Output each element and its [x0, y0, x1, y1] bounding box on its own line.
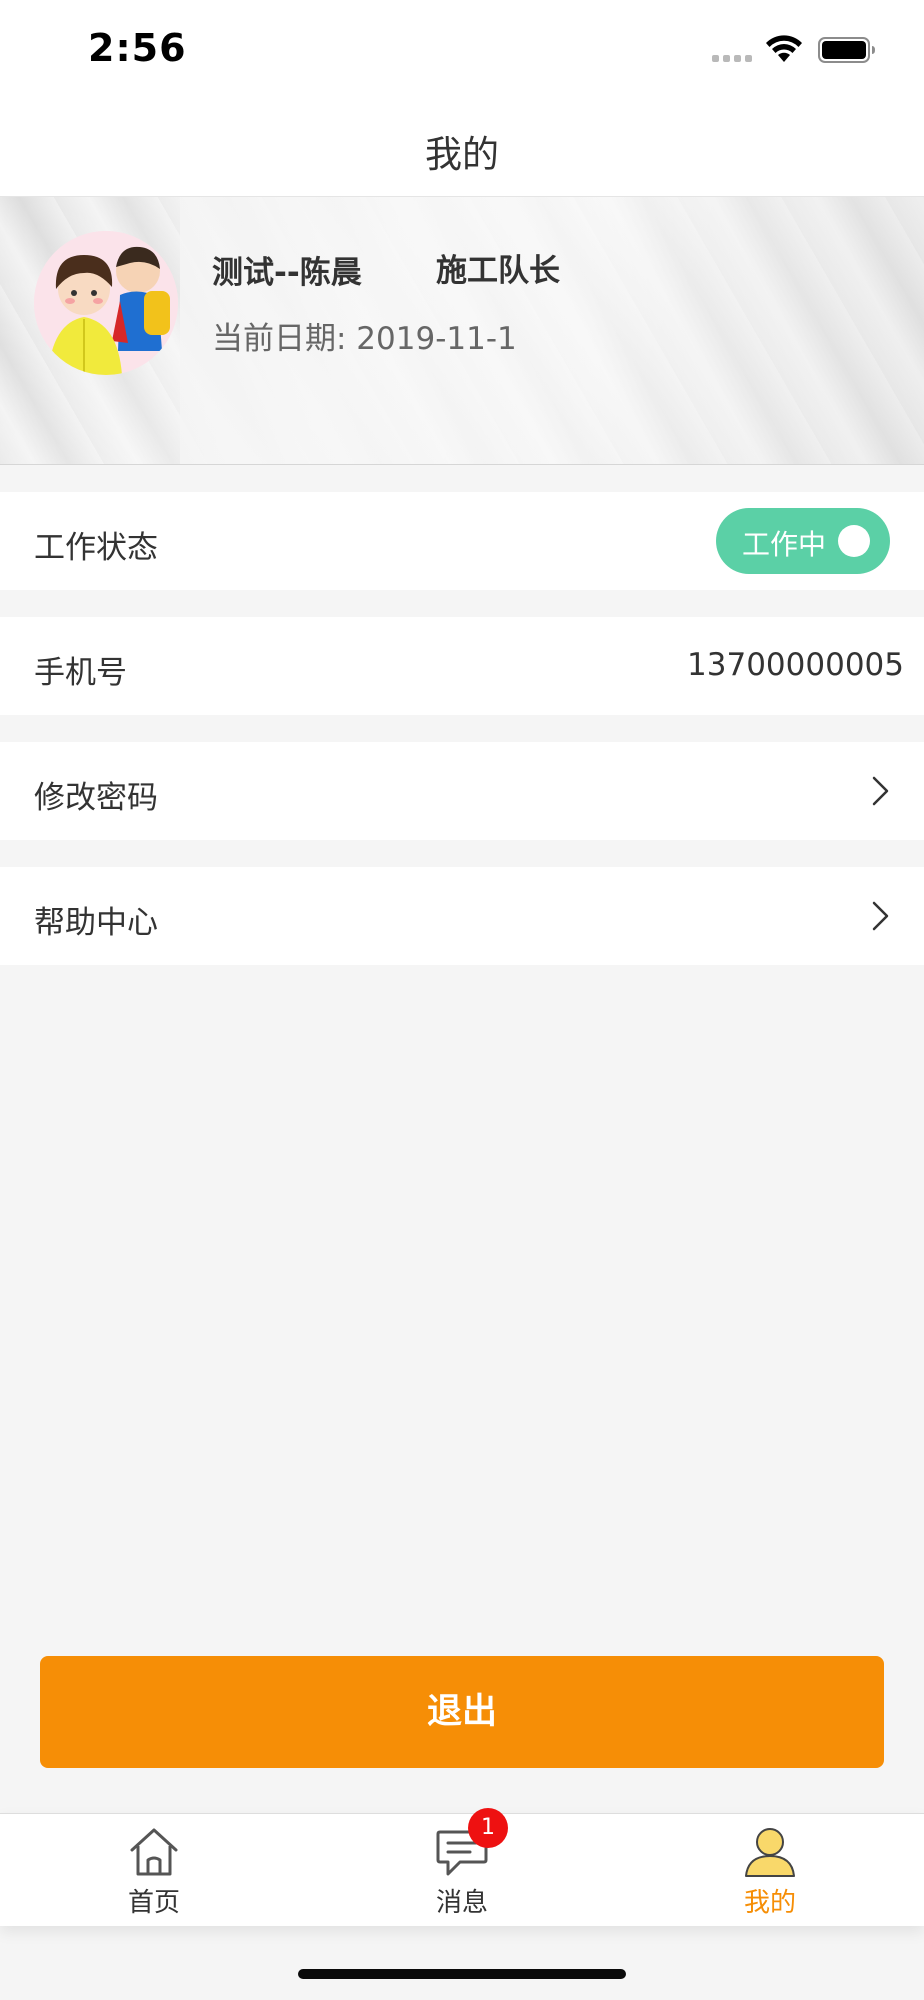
avatar[interactable]: [34, 231, 178, 375]
nav-bar: 我的: [0, 100, 924, 197]
home-indicator: [298, 1969, 626, 1979]
user-name: 测试--陈晨: [212, 255, 362, 291]
tab-messages[interactable]: 1 消息: [308, 1808, 616, 1926]
home-icon: [130, 1828, 178, 1876]
help-center-row[interactable]: 帮助中心: [0, 867, 924, 965]
user-role: 施工队长: [436, 253, 560, 289]
phone-value: 13700000005: [687, 647, 904, 683]
work-status-toggle-label: 工作中: [742, 528, 827, 561]
status-time: 2:56: [88, 26, 187, 70]
current-date: 当前日期: 2019-11-1: [212, 321, 517, 357]
help-center-label: 帮助中心: [34, 905, 158, 941]
message-badge: 1: [468, 1808, 508, 1848]
phone-label: 手机号: [34, 655, 127, 691]
logout-button[interactable]: 退出: [40, 1656, 884, 1768]
tab-home-label: 首页: [127, 1888, 180, 1918]
avatar-illustration: [34, 231, 178, 375]
phone-row: 手机号 13700000005: [0, 617, 924, 715]
change-password-label: 修改密码: [34, 780, 158, 816]
tab-messages-label: 消息: [435, 1888, 488, 1918]
battery-icon: [818, 37, 875, 63]
status-bar: 2:56: [0, 0, 924, 100]
person-icon: [745, 1828, 795, 1877]
profile-screen: 2:56 我的 测试--陈晨 施工队长 当前日期: 2019-11-1 工作状态…: [0, 0, 924, 2000]
work-status-toggle[interactable]: 工作中: [716, 508, 890, 574]
page-title: 我的: [425, 133, 499, 176]
chevron-right-icon: [872, 901, 889, 931]
work-status-row: 工作状态 工作中: [0, 492, 924, 590]
tab-mine-label: 我的: [743, 1888, 796, 1918]
toggle-knob: [838, 525, 870, 557]
profile-header: 测试--陈晨 施工队长 当前日期: 2019-11-1: [0, 197, 924, 465]
chevron-right-icon: [872, 776, 889, 806]
cellular-signal-icon: [712, 55, 752, 62]
tab-mine[interactable]: 我的: [616, 1814, 924, 1926]
tab-bar: 首页 1 消息 我的: [0, 1808, 924, 1926]
tab-home[interactable]: 首页: [0, 1814, 308, 1926]
wifi-icon: [766, 35, 802, 62]
change-password-row[interactable]: 修改密码: [0, 742, 924, 840]
work-status-label: 工作状态: [34, 530, 158, 566]
